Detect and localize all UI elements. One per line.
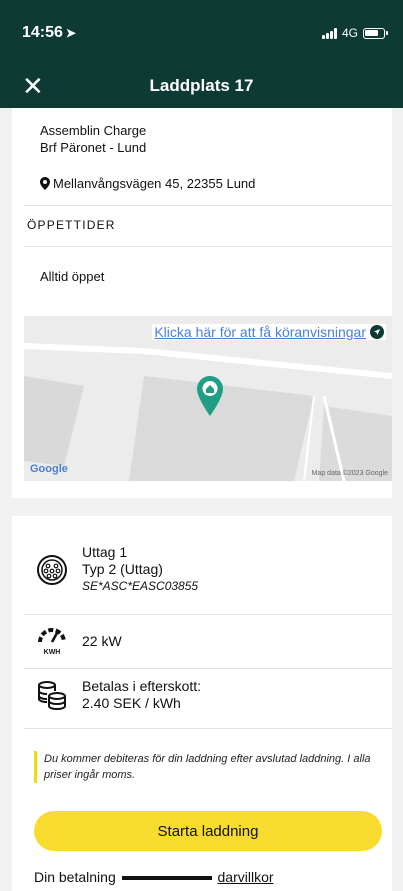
connector-card: Uttag 1 Typ 2 (Uttag) SE*ASC*EASC03855 K… [12,516,392,891]
directions-link-text: Klicka här för att få köranvisningar [154,324,366,340]
power-row: KWH 22 kW [36,626,122,657]
power-unit: KWH [43,649,61,656]
signal-icon [321,27,337,39]
charger-location-pin-icon[interactable] [197,376,223,416]
payment-label: Betalas i efterskott: [82,678,202,694]
map-view[interactable]: Klicka här för att få köranvisningar Goo… [24,316,392,481]
terms-prefix: Din betalning [34,869,116,885]
status-bar: 14:56 ➤ 4G [0,0,403,64]
power-gauge-icon: KWH [36,626,68,657]
battery-icon [363,27,388,39]
directions-link[interactable]: Klicka här för att få köranvisningar [152,324,386,340]
connector-info: Uttag 1 Typ 2 (Uttag) SE*ASC*EASC03855 [82,544,198,595]
station-address: Mellanvångsvägen 45, 22355 Lund [40,176,255,191]
connector-row: Uttag 1 Typ 2 (Uttag) SE*ASC*EASC03855 [36,544,198,595]
terms-text: Din betalning darvillkor [34,869,274,885]
map-provider-logo: Google [30,463,68,475]
network-type: 4G [341,26,358,40]
hours-heading: ÖPPETTIDER [27,218,116,232]
status-indicators: 4G [321,26,388,40]
price-row: Betalas i efterskott: 2.40 SEK / kWh [36,678,201,712]
type2-plug-icon [37,554,67,585]
station-operator-block: Assemblin Charge Brf Päronet - Lund [40,122,146,156]
divider [24,614,392,615]
connector-type: Typ 2 (Uttag) [82,561,163,577]
divider [24,205,392,206]
power-value: 22 kW [82,633,122,649]
price-value: 2.40 SEK / kWh [82,695,181,711]
price-info: Betalas i efterskott: 2.40 SEK / kWh [82,678,201,712]
hours-value: Alltid öppet [40,269,105,284]
terms-link[interactable]: darvillkor [218,869,274,885]
divider [24,728,392,729]
status-time: 14:56 ➤ [22,24,76,41]
address-text: Mellanvångsvägen 45, 22355 Lund [53,176,256,191]
navigation-arrow-icon [370,325,384,339]
start-charging-button[interactable]: Starta laddning [34,811,382,851]
map-attribution: Map data ©2023 Google [311,470,388,477]
station-card: Assemblin Charge Brf Päronet - Lund Mell… [12,108,392,498]
coins-icon [38,681,66,711]
station-site: Brf Päronet - Lund [40,140,147,155]
divider [24,246,392,247]
location-pin-icon [40,177,50,190]
station-operator: Assemblin Charge [40,123,147,138]
connector-name: Uttag 1 [82,544,128,560]
billing-notice: Du kommer debiteras för din laddning eft… [34,751,380,783]
page-title: Laddplats 17 [149,76,254,95]
connector-code: SE*ASC*EASC03855 [82,579,199,593]
redacted-text [121,876,212,881]
navigation-bar: ✕ Laddplats 17 [0,64,403,108]
location-arrow-icon: ➤ [65,26,76,40]
divider [24,668,392,669]
